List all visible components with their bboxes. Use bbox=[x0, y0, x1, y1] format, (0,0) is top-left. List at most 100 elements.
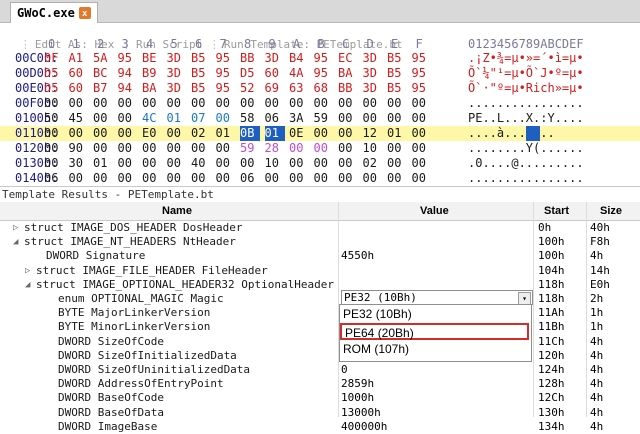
hex-byte[interactable]: 95 bbox=[314, 51, 334, 66]
template-row[interactable]: DWORD BaseOfData 13000h 130h 4h bbox=[0, 406, 640, 420]
hex-byte[interactable]: 00 bbox=[289, 96, 309, 111]
hex-byte[interactable]: 00 bbox=[265, 96, 285, 111]
hex-byte[interactable]: 00 bbox=[167, 171, 187, 186]
hex-byte[interactable]: 30 bbox=[69, 156, 89, 171]
hex-byte[interactable]: 95 bbox=[216, 51, 236, 66]
hex-byte[interactable]: 01 bbox=[264, 126, 285, 141]
expand-arrow-icon[interactable]: ▷ bbox=[25, 264, 30, 278]
hex-byte[interactable]: 00 bbox=[338, 126, 358, 141]
template-row[interactable]: DWORD SizeOfCode 11Ch 4h bbox=[0, 335, 640, 349]
hex-byte[interactable]: 60 bbox=[265, 66, 285, 81]
hex-byte[interactable]: 00 bbox=[44, 141, 64, 156]
option-pe64[interactable]: PE64 (20Bh) bbox=[340, 323, 529, 340]
hex-byte[interactable]: 00 bbox=[69, 126, 89, 141]
hex-byte[interactable]: 00 bbox=[142, 156, 162, 171]
hex-byte[interactable]: B5 bbox=[191, 66, 211, 81]
hex-byte[interactable]: 00 bbox=[93, 141, 113, 156]
hex-byte[interactable]: 07 bbox=[191, 111, 211, 126]
hex-row[interactable]: 00F0h: 00 00 00 00 00 00 00 00 00 00 00 00 00 00 00 00..… bbox=[0, 96, 640, 111]
hex-byte[interactable]: A1 bbox=[69, 51, 89, 66]
hex-byte[interactable]: 5A bbox=[93, 51, 113, 66]
hex-byte[interactable]: 95 bbox=[216, 81, 236, 96]
hex-byte[interactable]: 00 bbox=[118, 111, 138, 126]
hex-byte[interactable]: 00 bbox=[338, 171, 358, 186]
hex-byte[interactable]: 00 bbox=[93, 96, 113, 111]
hex-byte[interactable]: 3D bbox=[363, 66, 383, 81]
hex-row-ascii[interactable]: .¡Z•¾=µ•»=´•ì=µ• bbox=[468, 51, 584, 66]
hex-byte[interactable]: 00 bbox=[314, 171, 334, 186]
hex-byte[interactable]: 59 bbox=[240, 141, 260, 156]
hex-byte[interactable]: 00 bbox=[142, 171, 162, 186]
hex-byte[interactable]: 00 bbox=[387, 141, 407, 156]
hex-byte[interactable]: 63 bbox=[289, 81, 309, 96]
hex-byte[interactable]: 00 bbox=[363, 96, 383, 111]
hex-byte[interactable]: 10 bbox=[265, 156, 285, 171]
hex-row[interactable]: 00C0h: 0F A1 5A 95 BE 3D B5 95 BB 3D B4 95 EC 3D B5 95 .¡… bbox=[0, 51, 640, 66]
template-row[interactable]: ◢ struct IMAGE_OPTIONAL_HEADER32 Optional… bbox=[0, 278, 640, 292]
hex-byte[interactable]: 3D bbox=[167, 81, 187, 96]
hex-byte[interactable]: 00 bbox=[265, 171, 285, 186]
hex-byte[interactable]: 00 bbox=[387, 156, 407, 171]
hex-byte[interactable]: 00 bbox=[44, 126, 64, 141]
hex-byte[interactable]: 10 bbox=[363, 141, 383, 156]
hex-byte[interactable]: 28 bbox=[265, 141, 285, 156]
hex-byte[interactable]: B5 bbox=[387, 81, 407, 96]
hex-byte[interactable]: B5 bbox=[191, 51, 211, 66]
hex-byte[interactable]: 00 bbox=[167, 126, 187, 141]
hex-byte[interactable]: 00 bbox=[44, 156, 64, 171]
column-start[interactable]: Start bbox=[544, 205, 569, 217]
hex-byte[interactable]: 00 bbox=[216, 111, 236, 126]
hex-row-ascii[interactable]: Õ`·"º=µ•Rich»=µ• bbox=[468, 81, 584, 96]
hex-byte[interactable]: 3D bbox=[167, 66, 187, 81]
hex-byte[interactable]: 95 bbox=[216, 66, 236, 81]
hex-byte[interactable]: 0F bbox=[44, 51, 64, 66]
hex-byte[interactable]: BA bbox=[338, 66, 358, 81]
hex-byte[interactable]: 0E bbox=[289, 126, 309, 141]
hex-byte[interactable]: 00 bbox=[142, 96, 162, 111]
hex-byte[interactable]: 00 bbox=[216, 141, 236, 156]
hex-byte[interactable]: 00 bbox=[167, 141, 187, 156]
hex-byte[interactable]: E0 bbox=[142, 126, 162, 141]
hex-byte[interactable]: 00 bbox=[314, 126, 334, 141]
hex-byte[interactable]: 00 bbox=[118, 156, 138, 171]
hex-byte[interactable]: 95 bbox=[314, 66, 334, 81]
hex-byte[interactable]: 52 bbox=[240, 81, 260, 96]
hex-byte[interactable]: 69 bbox=[265, 81, 285, 96]
hex-byte[interactable]: 00 bbox=[412, 156, 432, 171]
hex-row-ascii[interactable]: ........Y(...... bbox=[468, 141, 584, 156]
column-value[interactable]: Value bbox=[420, 205, 449, 217]
hex-byte[interactable]: 00 bbox=[167, 156, 187, 171]
hex-byte[interactable]: BB bbox=[240, 51, 260, 66]
hex-byte[interactable]: B9 bbox=[142, 66, 162, 81]
hex-byte[interactable]: D5 bbox=[240, 66, 260, 81]
hex-byte[interactable]: 3D bbox=[265, 51, 285, 66]
hex-byte[interactable]: 95 bbox=[412, 81, 432, 96]
hex-row[interactable]: 00E0h: D5 60 B7 94 BA 3D B5 95 52 69 63 68 BB 3D B5 95 Õ`… bbox=[0, 81, 640, 96]
hex-byte[interactable]: 00 bbox=[314, 156, 334, 171]
hex-byte[interactable]: 00 bbox=[44, 96, 64, 111]
hex-byte[interactable]: 06 bbox=[240, 171, 260, 186]
hex-byte[interactable]: 95 bbox=[412, 66, 432, 81]
hex-byte[interactable]: 00 bbox=[412, 171, 432, 186]
template-row[interactable]: DWORD Signature 4550h 100h 4h bbox=[0, 249, 640, 263]
hex-byte[interactable]: BC bbox=[93, 66, 113, 81]
hex-byte[interactable]: 00 bbox=[412, 111, 432, 126]
hex-byte[interactable]: 02 bbox=[191, 126, 211, 141]
hex-byte[interactable]: 3D bbox=[363, 81, 383, 96]
hex-byte[interactable]: 00 bbox=[142, 141, 162, 156]
collapse-arrow-icon[interactable]: ◢ bbox=[13, 235, 18, 249]
hex-byte[interactable]: 00 bbox=[289, 141, 309, 156]
template-row[interactable]: ▷ struct IMAGE_FILE_HEADER FileHeader 104h… bbox=[0, 264, 640, 278]
hex-byte[interactable]: B4 bbox=[289, 51, 309, 66]
hex-byte[interactable]: 94 bbox=[118, 81, 138, 96]
hex-row[interactable]: 0140h: 06 00 00 00 00 00 00 00 06 00 00 00 00 00 00 00..… bbox=[0, 171, 640, 186]
hex-byte[interactable]: 0B bbox=[240, 126, 260, 141]
hex-byte[interactable]: 00 bbox=[216, 96, 236, 111]
hex-row-ascii[interactable]: ................ bbox=[468, 96, 584, 111]
hex-byte[interactable]: 00 bbox=[314, 141, 334, 156]
hex-byte[interactable]: 58 bbox=[240, 111, 260, 126]
hex-row-ascii[interactable]: ....à....... bbox=[468, 126, 555, 141]
hex-byte[interactable]: B5 bbox=[387, 51, 407, 66]
hex-byte[interactable]: 60 bbox=[69, 81, 89, 96]
tab-file[interactable]: GWoC.exe x bbox=[10, 2, 98, 23]
